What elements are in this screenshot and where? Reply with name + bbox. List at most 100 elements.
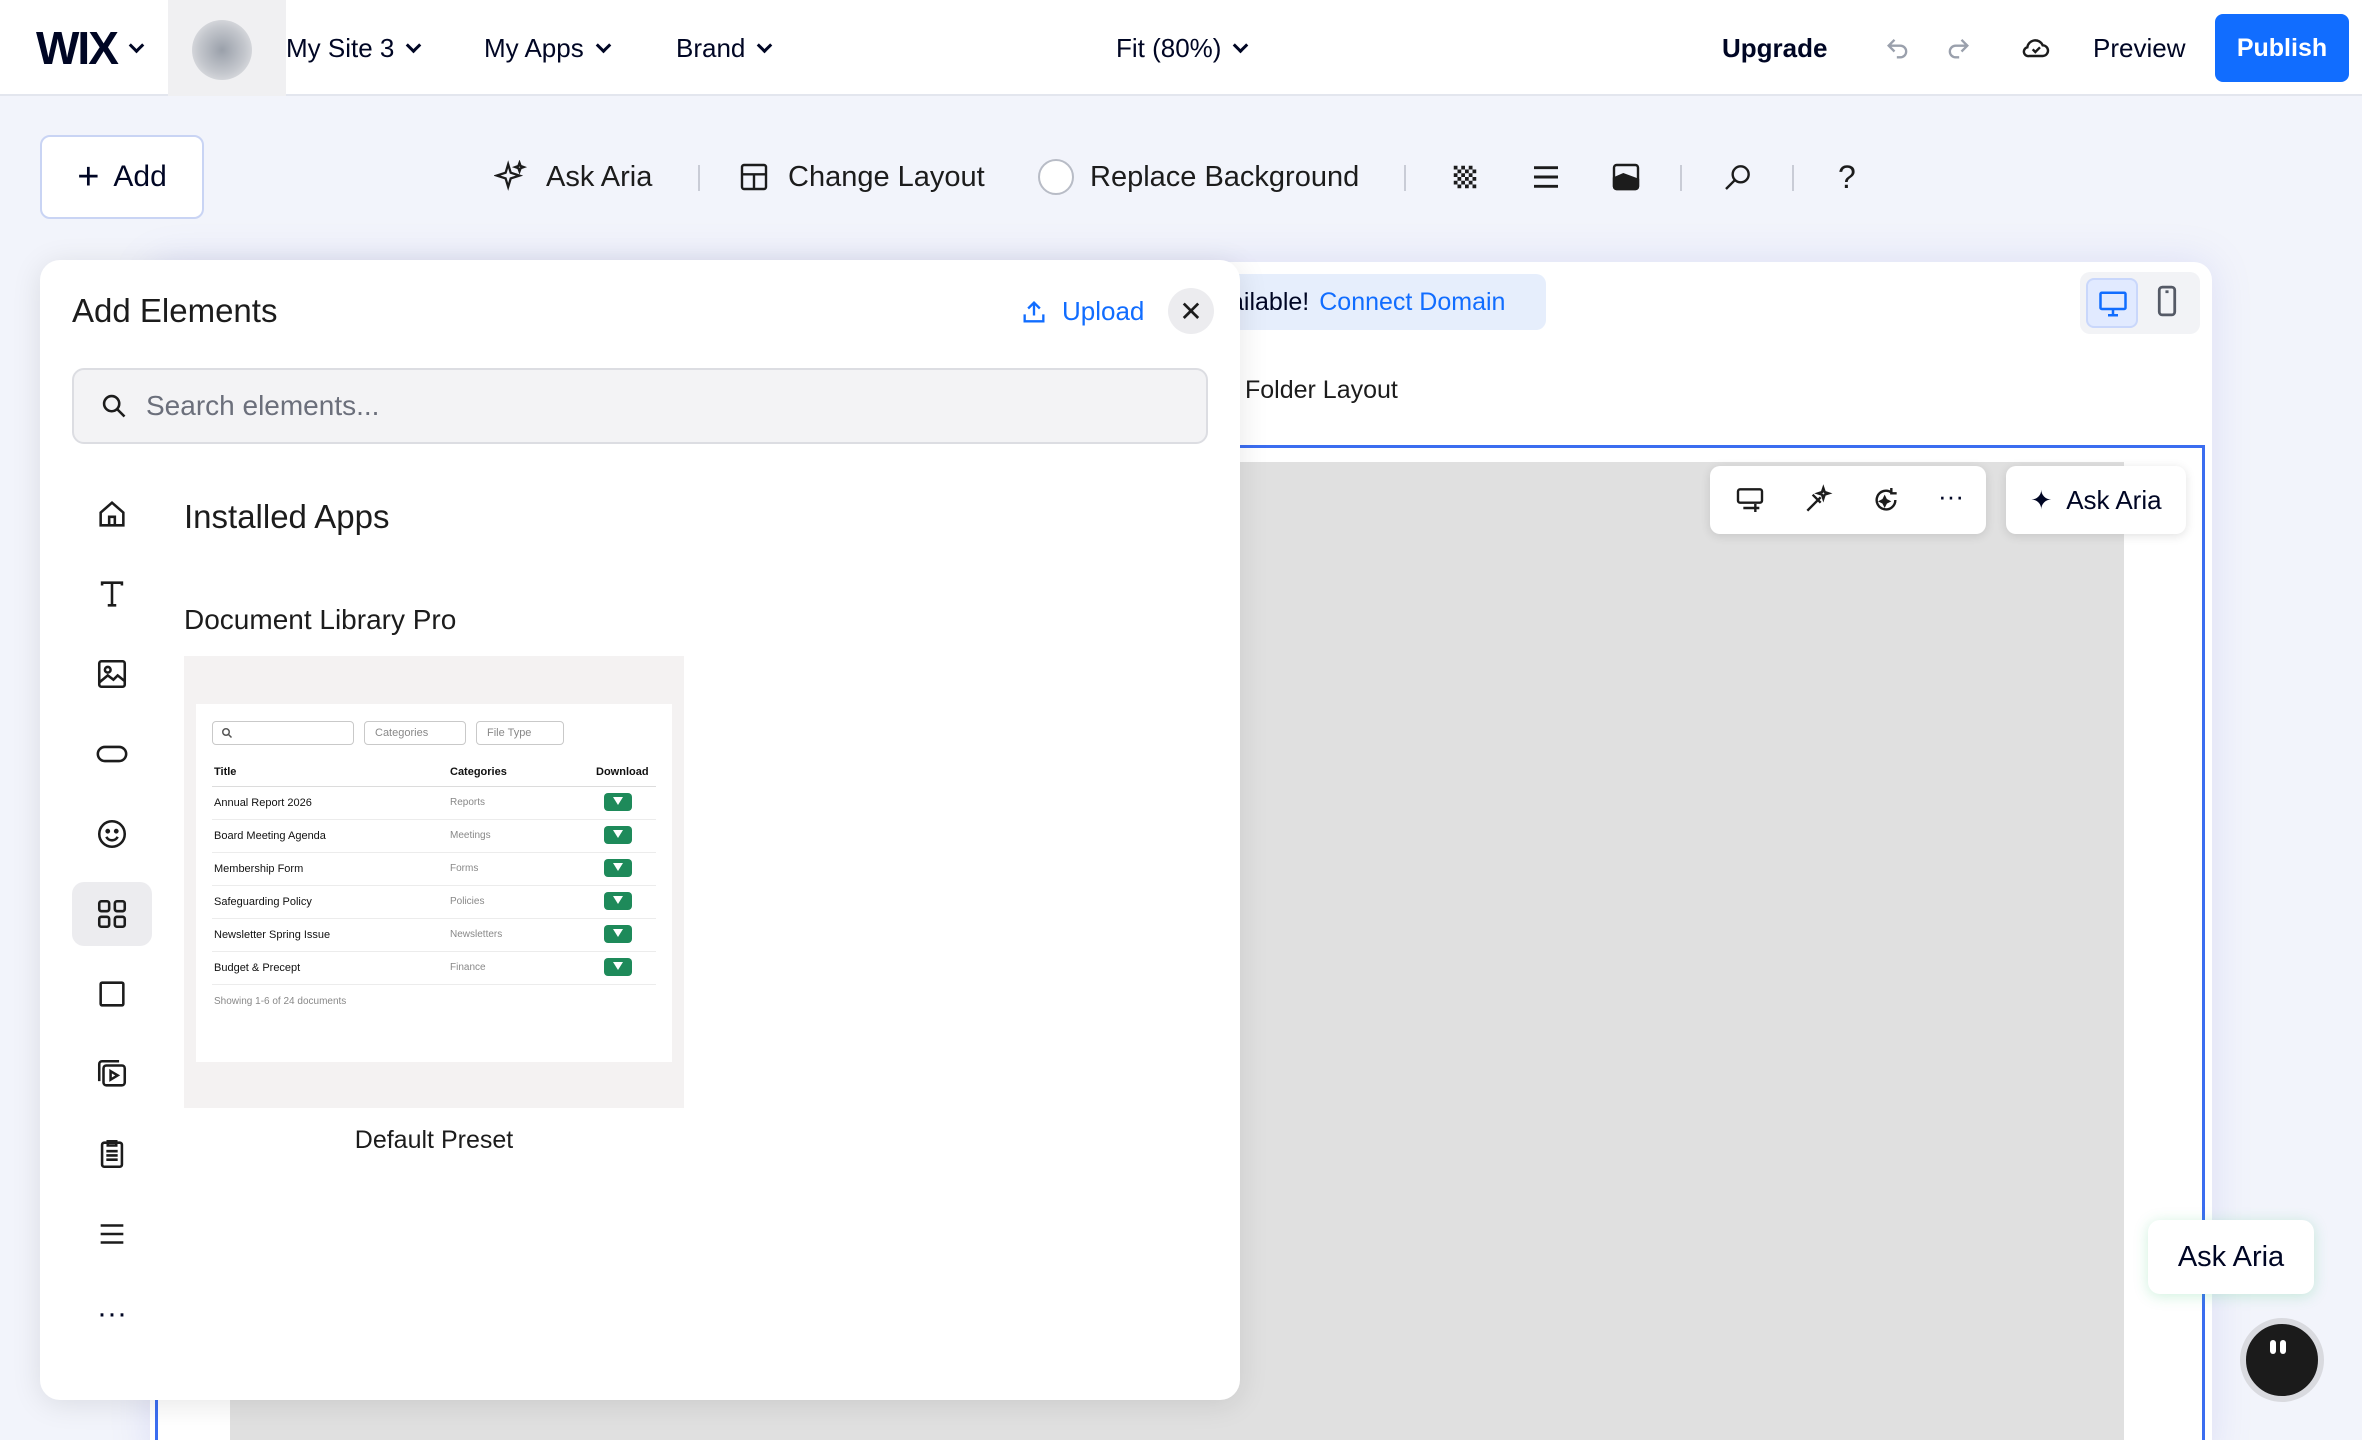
upload-button[interactable]: Upload <box>1020 296 1144 327</box>
cloud-save-button[interactable] <box>2020 0 2052 96</box>
avatar[interactable] <box>168 0 286 96</box>
pattern-button[interactable] <box>1450 150 1480 204</box>
preview-row-category: Meetings <box>450 830 491 841</box>
app-name: Document Library Pro <box>184 604 457 635</box>
preset-card[interactable]: Categories File Type Title Categories Do… <box>184 656 684 1108</box>
layout-icon <box>740 163 768 191</box>
category-text[interactable] <box>72 562 152 626</box>
category-image[interactable] <box>72 642 152 706</box>
upload-icon <box>1023 300 1045 322</box>
align-button[interactable] <box>1530 150 1562 204</box>
preview-filetype-filter: File Type <box>476 721 564 745</box>
preview-button[interactable]: Preview <box>2093 0 2185 96</box>
domain-banner-text: ailable! <box>1230 287 1310 316</box>
redo-button[interactable] <box>1944 0 1972 96</box>
apps-menu[interactable]: My Apps <box>484 0 611 96</box>
search-tool-button[interactable] <box>1722 150 1754 204</box>
emoji-icon <box>97 819 127 849</box>
section-background-button[interactable] <box>1610 150 1642 204</box>
preset-label: Default Preset <box>354 1126 514 1154</box>
change-layout-button[interactable]: Change Layout <box>738 150 985 204</box>
more-options-button[interactable]: ··· <box>1938 483 1970 516</box>
toolbar-divider <box>698 165 700 191</box>
download-icon <box>604 793 632 811</box>
change-layout-label: Change Layout <box>788 160 985 193</box>
chevron-down-icon <box>128 37 145 53</box>
menu-icon <box>100 1224 124 1244</box>
plus-icon: + <box>77 155 100 198</box>
ask-aria-label: Ask Aria <box>546 160 653 193</box>
category-decorative[interactable] <box>72 802 152 866</box>
download-icon <box>604 859 632 877</box>
undo-button[interactable] <box>1884 0 1912 96</box>
mobile-view-button[interactable] <box>2154 284 2190 322</box>
section-toolbar: ··· <box>1710 466 1986 534</box>
device-switcher <box>2080 272 2200 334</box>
cloud-icon <box>2022 39 2050 58</box>
search-elements-field[interactable] <box>72 368 1208 444</box>
top-bar: WIX My Site 3 My Apps Brand Fit (80%) Up… <box>0 0 2362 96</box>
preview-row-title: Newsletter Spring Issue <box>214 929 331 941</box>
category-button[interactable] <box>72 722 152 786</box>
regenerate-button[interactable] <box>1870 484 1902 516</box>
category-forms[interactable] <box>72 1122 152 1186</box>
text-icon <box>100 581 124 607</box>
category-more[interactable]: ··· <box>72 1282 152 1346</box>
ask-aria-button[interactable]: Ask Aria <box>494 150 652 204</box>
help-icon: ? <box>1838 158 1856 195</box>
panel-title: Add Elements <box>72 292 278 329</box>
search-icon <box>222 728 233 739</box>
desktop-view-button[interactable] <box>2086 278 2138 328</box>
site-menu[interactable]: My Site 3 <box>286 0 422 96</box>
preview-row-title: Safeguarding Policy <box>214 896 312 908</box>
preview-row: Membership Form Forms <box>212 853 656 886</box>
mobile-icon <box>2157 285 2177 317</box>
wix-menu[interactable]: WIX <box>36 0 145 96</box>
zoom-menu[interactable]: Fit (80%) <box>1116 0 1249 96</box>
brand-menu[interactable]: Brand <box>676 0 773 96</box>
ask-aria-chip-label: Ask Aria <box>2066 484 2162 515</box>
ai-design-button[interactable] <box>1802 484 1834 516</box>
brand-menu-label: Brand <box>676 32 746 63</box>
download-icon <box>604 826 632 844</box>
category-media[interactable] <box>72 1042 152 1106</box>
replace-background-button[interactable]: Replace Background <box>1038 150 1359 204</box>
preview-row: Budget & Precept Finance <box>212 952 656 985</box>
preview-row: Annual Report 2026 Reports <box>212 787 656 820</box>
preview-header-download: Download <box>596 766 649 778</box>
add-button-label: Add <box>113 160 167 193</box>
preset-thumbnail: Categories File Type Title Categories Do… <box>196 704 672 1062</box>
toolbar-divider <box>1792 165 1794 191</box>
preview-footer: Showing 1-6 of 24 documents <box>214 996 347 1007</box>
box-icon <box>99 981 125 1007</box>
ask-aria-floating-button[interactable]: Ask Aria <box>2148 1220 2314 1294</box>
search-icon <box>102 394 126 418</box>
add-section-button[interactable] <box>1734 484 1766 516</box>
connect-domain-link[interactable]: Connect Domain <box>1319 288 1505 317</box>
aria-bot-icon[interactable] <box>2240 1318 2324 1402</box>
category-apps[interactable] <box>72 882 152 946</box>
preview-row: Newsletter Spring Issue Newsletters <box>212 919 656 952</box>
preview-row-category: Policies <box>450 896 485 907</box>
category-box[interactable] <box>72 962 152 1026</box>
category-home[interactable] <box>72 482 152 546</box>
help-button[interactable]: ? <box>1838 150 1856 204</box>
upgrade-link[interactable]: Upgrade <box>1722 0 1827 96</box>
apps-icon <box>97 899 127 929</box>
image-icon <box>97 659 127 689</box>
preview-row-category: Finance <box>450 962 486 973</box>
ask-aria-chip[interactable]: ✦ Ask Aria <box>2006 466 2186 534</box>
close-panel-button[interactable]: ✕ <box>1168 288 1214 334</box>
preview-row-title: Budget & Precept <box>214 962 301 974</box>
add-button[interactable]: + Add <box>40 135 204 219</box>
folder-layout-label[interactable]: Folder Layout <box>1245 376 1398 405</box>
category-menu[interactable] <box>72 1202 152 1266</box>
preview-row-title: Annual Report 2026 <box>214 797 312 809</box>
home-icon <box>99 500 125 527</box>
zoom-label: Fit (80%) <box>1116 32 1222 63</box>
preview-search-box <box>212 721 354 745</box>
upload-label: Upload <box>1062 296 1145 326</box>
publish-button[interactable]: Publish <box>2215 14 2349 82</box>
search-input[interactable] <box>146 390 1046 422</box>
section-fill-icon <box>1612 163 1640 191</box>
